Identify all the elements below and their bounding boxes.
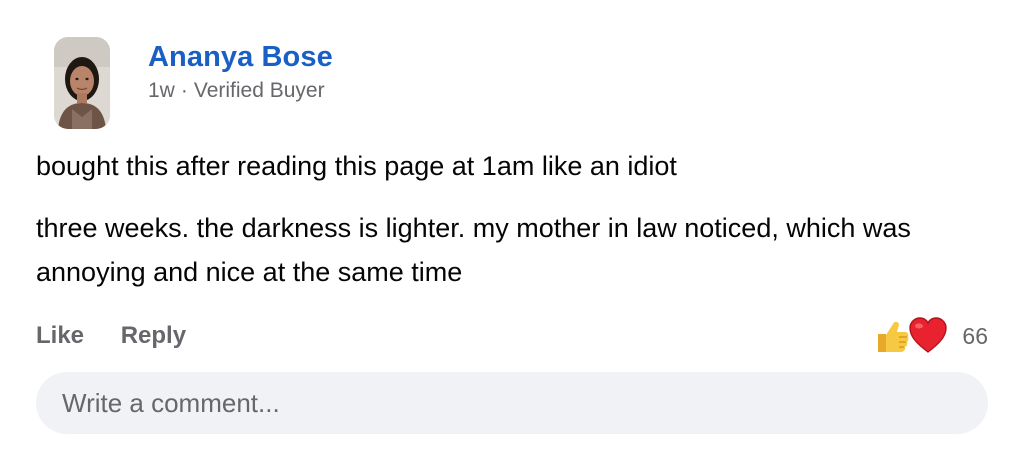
avatar[interactable]	[54, 37, 110, 129]
comment-meta: 1w · Verified Buyer	[148, 79, 325, 103]
comment-paragraph: bought this after reading this page at 1…	[36, 151, 677, 181]
thumbs-up-icon	[872, 316, 912, 356]
reply-button[interactable]: Reply	[121, 322, 186, 349]
comment-actions: Like Reply	[36, 322, 186, 350]
verified-buyer-badge: Verified Buyer	[193, 79, 325, 102]
reaction-summary[interactable]: 66	[872, 313, 988, 359]
author-name[interactable]: Ananya Bose	[148, 41, 333, 74]
comment-composer[interactable]	[36, 372, 988, 434]
like-button[interactable]: Like	[36, 322, 84, 349]
meta-separator: ·	[180, 79, 188, 102]
comment-input[interactable]	[60, 386, 988, 420]
comment-card: Ananya Bose 1w · Verified Buyer bought thi…	[0, 0, 1024, 468]
avatar-photo	[54, 37, 110, 129]
timestamp[interactable]: 1w	[148, 79, 175, 102]
comment-paragraph: three weeks. the darkness is lighter. my…	[36, 213, 911, 287]
comment-body: bought this after reading this page at 1…	[36, 144, 996, 294]
reaction-count: 66	[962, 322, 988, 349]
heart-icon	[908, 316, 948, 356]
